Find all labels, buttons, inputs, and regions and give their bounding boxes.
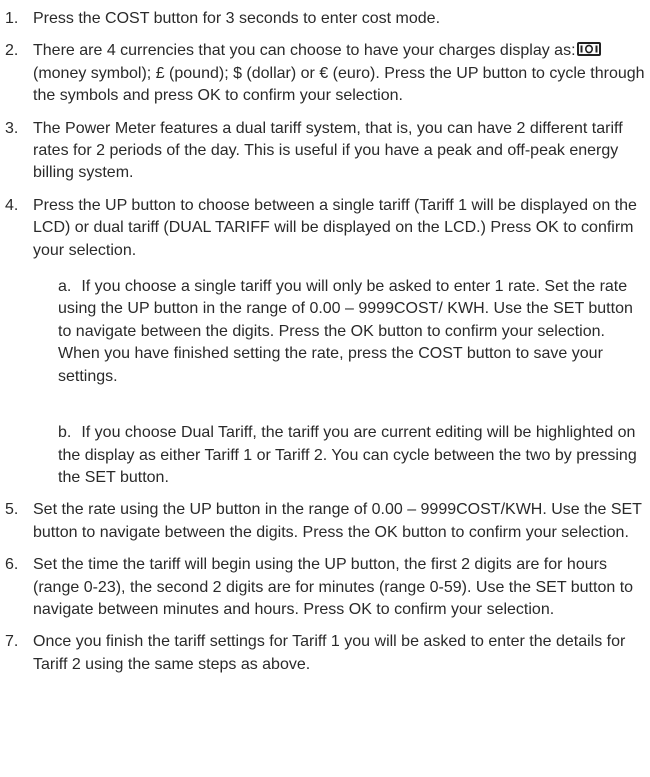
list-number: 7. [5,633,19,651]
list-text: There are 4 currencies that you can choo… [33,40,647,107]
sub-list-item: b. If you choose Dual Tariff, the tariff … [58,422,648,489]
list-text: Once you finish the tariff settings for … [33,633,626,673]
sub-list-text: If you choose a single tariff you will o… [58,278,633,385]
list-text: Set the time the tariff will begin using… [33,556,634,618]
list-text: The Power Meter features a dual tariff s… [33,119,623,182]
list-number: 6. [5,556,19,574]
sub-list-label: a. [58,278,72,296]
list-text: Set the rate using the UP button in the … [33,501,642,541]
list-text: Press the COST button for 3 seconds to e… [33,10,441,27]
list-number: 2. [5,42,19,60]
list-text-part: (money symbol); £ (pound); $ (dollar) or… [33,64,645,105]
list-number: 3. [5,119,19,137]
list-number: 4. [5,196,19,214]
list-number: 1. [5,10,19,27]
list-text: Press the UP button to choose between a … [33,196,637,259]
instruction-page: 1. Press the COST button for 3 seconds t… [0,0,650,777]
sub-list-label: b. [58,424,72,442]
money-symbol-icon [576,41,601,57]
list-text-part: There are 4 currencies that you can choo… [33,42,576,60]
sub-list-text: If you choose Dual Tariff, the tariff yo… [58,424,637,486]
list-number: 5. [5,501,19,519]
sub-list-item: a. If you choose a single tariff you will… [58,276,648,388]
